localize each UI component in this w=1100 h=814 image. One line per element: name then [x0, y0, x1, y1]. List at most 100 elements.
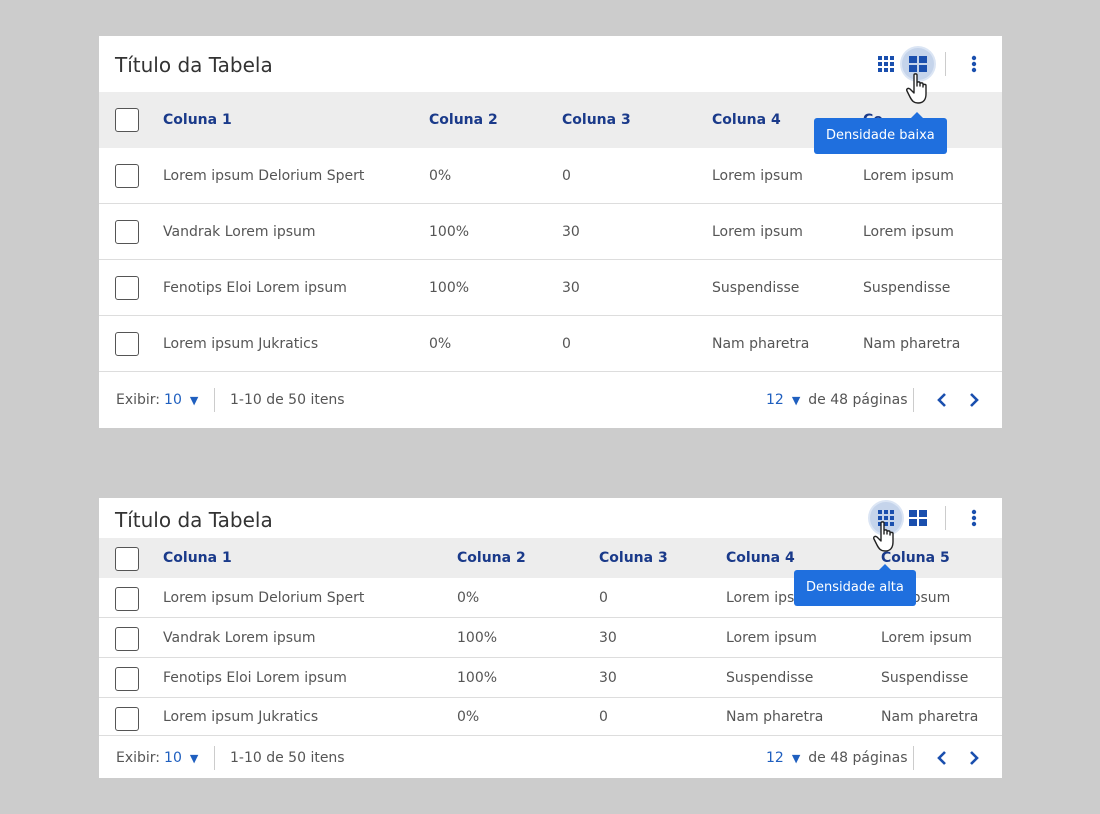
- table-cell: 0%: [457, 708, 480, 725]
- table-title: Título da Tabela: [115, 508, 273, 532]
- footer-divider: [913, 388, 914, 412]
- table-cell: Suspendisse: [712, 279, 800, 296]
- more-options-button[interactable]: [958, 48, 990, 80]
- row-checkbox[interactable]: [115, 276, 139, 300]
- table-cell: Nam pharetra: [863, 335, 961, 352]
- footer-divider: [913, 746, 914, 770]
- footer-divider: [214, 388, 215, 412]
- table-cell: 100%: [429, 223, 470, 240]
- column-header-1[interactable]: Coluna 1: [163, 538, 232, 578]
- table-row: Lorem ipsum Jukratics 0% 0 Nam pharetra …: [99, 316, 1002, 372]
- footer-divider: [214, 746, 215, 770]
- chevron-left-icon: [937, 393, 946, 407]
- table-cell: Fenotips Eloi Lorem ipsum: [163, 279, 347, 296]
- page-size-value[interactable]: 10: [164, 392, 182, 408]
- current-page-value[interactable]: 12: [766, 750, 784, 766]
- table-cell: 0%: [457, 589, 480, 606]
- table-cell: Lorem ipsum: [726, 629, 817, 646]
- hand-cursor-icon: [873, 521, 894, 552]
- items-range: 1-10 de 50 itens: [230, 392, 345, 408]
- row-checkbox[interactable]: [115, 667, 139, 691]
- low-density-button[interactable]: [902, 502, 934, 534]
- table-cell: Vandrak Lorem ipsum: [163, 629, 316, 646]
- table-cell: 100%: [429, 279, 470, 296]
- table-row: Lorem ipsum Delorium Spert 0% 0 Lorem ip…: [99, 148, 1002, 204]
- table-cell: 0%: [429, 335, 452, 352]
- table-cell: 30: [599, 669, 617, 686]
- table-pagination: Exibir: 10 ▼ 1-10 de 50 itens 12 ▼ de 48…: [99, 372, 1002, 428]
- table-cell: Lorem ipsum: [881, 629, 972, 646]
- table-cell: Suspendisse: [881, 669, 969, 686]
- chevron-left-icon: [937, 751, 946, 765]
- row-checkbox[interactable]: [115, 707, 139, 731]
- page-selector[interactable]: 12 ▼ de 48 páginas: [766, 738, 908, 778]
- row-checkbox[interactable]: [115, 627, 139, 651]
- table-cell: 30: [562, 279, 580, 296]
- page-size-selector[interactable]: Exibir: 10 ▼: [116, 372, 198, 428]
- hand-cursor-icon: [906, 73, 927, 104]
- table-cell: 0%: [429, 167, 452, 184]
- select-all-checkbox[interactable]: [115, 547, 139, 571]
- table-cell: Suspendisse: [726, 669, 814, 686]
- total-pages-label: de 48 páginas: [808, 392, 908, 408]
- table-cell: Lorem ipsum: [863, 223, 954, 240]
- row-checkbox[interactable]: [115, 220, 139, 244]
- column-header-4[interactable]: Coluna 4: [712, 92, 781, 148]
- column-header-2[interactable]: Coluna 2: [429, 92, 498, 148]
- column-header-2[interactable]: Coluna 2: [457, 538, 526, 578]
- table-pagination: Exibir: 10 ▼ 1-10 de 50 itens 12 ▼ de 48…: [99, 738, 1002, 778]
- page-size-label: Exibir:: [116, 750, 161, 766]
- page-size-value[interactable]: 10: [164, 750, 182, 766]
- table-cell: Lorem ipsum Jukratics: [163, 708, 319, 725]
- grid-small-icon: [878, 56, 894, 72]
- grid-large-icon: [909, 56, 927, 72]
- table-cell: 0: [599, 589, 608, 606]
- table-title: Título da Tabela: [115, 53, 273, 77]
- column-header-4[interactable]: Coluna 4: [726, 538, 795, 578]
- previous-page-button[interactable]: [931, 372, 953, 428]
- chevron-down-icon[interactable]: ▼: [792, 752, 800, 765]
- total-pages-label: de 48 páginas: [808, 750, 908, 766]
- table-row: Fenotips Eloi Lorem ipsum 100% 30 Suspen…: [99, 260, 1002, 316]
- table-cell: Fenotips Eloi Lorem ipsum: [163, 669, 347, 686]
- previous-page-button[interactable]: [931, 738, 953, 778]
- page-selector[interactable]: 12 ▼ de 48 páginas: [766, 372, 908, 428]
- table-cell: Nam pharetra: [881, 708, 979, 725]
- row-checkbox[interactable]: [115, 587, 139, 611]
- table-cell: 30: [562, 223, 580, 240]
- more-options-button[interactable]: [958, 502, 990, 534]
- next-page-button[interactable]: [963, 738, 985, 778]
- chevron-down-icon[interactable]: ▼: [190, 394, 198, 407]
- table-header-bar: Título da Tabela: [99, 498, 1002, 552]
- table-row: Vandrak Lorem ipsum 100% 30 Lorem ipsum …: [99, 204, 1002, 260]
- chevron-down-icon[interactable]: ▼: [190, 752, 198, 765]
- chevron-down-icon[interactable]: ▼: [792, 394, 800, 407]
- next-page-button[interactable]: [963, 372, 985, 428]
- column-header-3[interactable]: Coluna 3: [599, 538, 668, 578]
- row-checkbox[interactable]: [115, 332, 139, 356]
- table-cell: 30: [599, 629, 617, 646]
- chevron-right-icon: [970, 751, 979, 765]
- column-header-3[interactable]: Coluna 3: [562, 92, 631, 148]
- table-cell: Lorem ipsum: [863, 167, 954, 184]
- select-all-checkbox[interactable]: [115, 108, 139, 132]
- current-page-value[interactable]: 12: [766, 392, 784, 408]
- table-row: Vandrak Lorem ipsum 100% 30 Lorem ipsum …: [99, 618, 1002, 658]
- table-cell: Vandrak Lorem ipsum: [163, 223, 316, 240]
- toolbar-divider: [945, 52, 946, 76]
- table-cell: Suspendisse: [863, 279, 951, 296]
- grid-large-icon: [909, 510, 927, 526]
- table-row: Lorem ipsum Jukratics 0% 0 Nam pharetra …: [99, 698, 1002, 736]
- column-header-1[interactable]: Coluna 1: [163, 92, 232, 148]
- kebab-menu-icon: [971, 509, 977, 527]
- kebab-menu-icon: [971, 55, 977, 73]
- row-checkbox[interactable]: [115, 164, 139, 188]
- density-tooltip: Densidade alta: [794, 564, 916, 606]
- table-cell: 100%: [457, 629, 498, 646]
- page-size-label: Exibir:: [116, 392, 161, 408]
- table-cell: Lorem ipsum: [712, 167, 803, 184]
- table-row: Fenotips Eloi Lorem ipsum 100% 30 Suspen…: [99, 658, 1002, 698]
- table-cell: Lorem ipsum Delorium Spert: [163, 167, 365, 184]
- page-size-selector[interactable]: Exibir: 10 ▼: [116, 738, 198, 778]
- high-density-button[interactable]: [870, 48, 902, 80]
